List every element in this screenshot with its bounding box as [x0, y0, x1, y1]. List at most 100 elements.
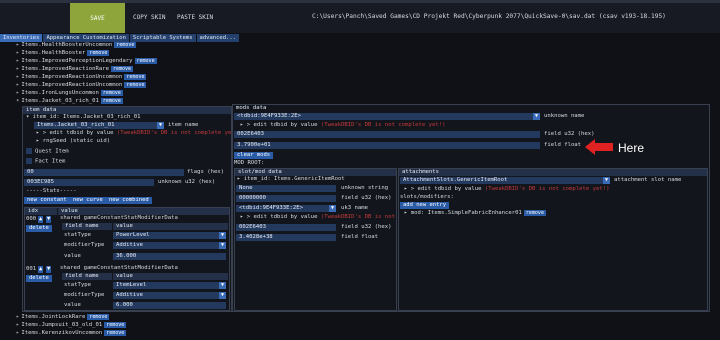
expand-arrow-icon[interactable]: ▸ — [16, 82, 19, 88]
remove-button[interactable]: remove — [124, 82, 147, 88]
expand-arrow-icon[interactable]: ▸ — [16, 330, 19, 336]
remove-button[interactable]: remove — [87, 50, 110, 56]
expand-arrow-icon[interactable]: ▸ — [404, 186, 411, 192]
remove-button[interactable]: remove — [100, 98, 123, 104]
paste-skin-button[interactable]: PASTE SKIN — [177, 14, 213, 21]
tab-appearance[interactable]: Appearance Customization — [43, 34, 129, 42]
slot-float-input[interactable]: 3.4028e+38 — [236, 234, 336, 241]
tree-item-expanded[interactable]: ▾ Items.Jacket_03_rich_01 remove — [16, 98, 123, 105]
expand-arrow-icon[interactable]: ▸ — [36, 138, 43, 144]
expand-arrow-icon[interactable]: ▸ — [404, 210, 411, 216]
expand-arrow-icon[interactable]: ▸ — [16, 90, 19, 96]
save-button[interactable]: SAVE — [70, 3, 125, 33]
collapse-arrow-icon[interactable]: ▾ — [16, 98, 19, 104]
expand-arrow-icon[interactable]: ▸ — [16, 58, 19, 64]
tab-inventories[interactable]: Inventories — [0, 34, 43, 42]
remove-button[interactable]: remove — [523, 210, 546, 216]
edit-tdbid-node[interactable]: ▸ > edit tdbid by value (TweakDBID's DB … — [36, 130, 241, 137]
slot-item-id-node[interactable]: ▸ item_id: Items.GenericItemRoot — [237, 176, 345, 183]
remove-button[interactable]: remove — [110, 66, 133, 72]
remove-button[interactable]: remove — [114, 42, 137, 48]
remove-button[interactable]: remove — [124, 74, 147, 80]
tree-item[interactable]: ▸ Items.ImprovedReactionRare remove — [16, 66, 133, 73]
mod-node[interactable]: ▸ mod: Items.SimpleFabricEnhancer01 remov… — [404, 210, 546, 217]
collapse-arrow-icon[interactable]: ▸ — [237, 176, 244, 182]
chevron-down-icon[interactable]: ▼ — [329, 205, 336, 212]
clear-mods-button[interactable]: clear mods — [234, 152, 274, 159]
move-up-icon[interactable]: ▲ — [38, 216, 44, 223]
slot-tdbid-dropdown[interactable]: <tdbid:9E4F933E:2E> ▼ — [236, 205, 336, 212]
stat-type-dropdown[interactable]: ItemLevel ▼ — [113, 282, 226, 289]
chevron-down-icon[interactable]: ▼ — [219, 242, 226, 249]
move-down-icon[interactable]: ▼ — [46, 216, 52, 223]
remove-button[interactable]: remove — [87, 314, 110, 320]
remove-button[interactable]: remove — [100, 90, 123, 96]
expand-arrow-icon[interactable]: ▸ — [16, 74, 19, 80]
modifier-type-dropdown[interactable]: Additive ▼ — [113, 242, 226, 249]
expand-arrow-icon[interactable]: ▸ — [240, 214, 247, 220]
new-curve-button[interactable]: new curve — [70, 197, 106, 204]
tree-item[interactable]: ▸ Items.HealthBoosterUncommon remove — [16, 42, 137, 49]
new-combined-button[interactable]: new combined — [106, 197, 152, 204]
collapse-arrow-icon[interactable]: ▾ — [26, 114, 33, 120]
value-label: value — [64, 253, 81, 259]
tree-item[interactable]: ▸ Items.JointLockRare remove — [16, 314, 110, 321]
chevron-down-icon[interactable]: ▼ — [219, 232, 226, 239]
flags-input[interactable]: 00 — [24, 169, 184, 176]
chevron-down-icon[interactable]: ▼ — [157, 122, 164, 129]
item-name-dropdown[interactable]: Items.Jacket_03_rich_01 ▼ — [34, 122, 164, 129]
expand-arrow-icon[interactable]: ▸ — [16, 42, 19, 48]
stat-type-dropdown[interactable]: PowerLevel ▼ — [113, 232, 226, 239]
expand-arrow-icon[interactable]: ▸ — [16, 314, 19, 320]
tree-item[interactable]: ▸ Items.HealthBooster remove — [16, 50, 110, 57]
quest-item-checkbox[interactable]: Quest Item — [26, 148, 69, 155]
item-id-node[interactable]: ▾ item_id: Items.Jacket_03_rich_01 — [26, 114, 141, 121]
add-new-entry-button[interactable]: add new entry — [400, 202, 450, 209]
tree-item[interactable]: ▸ Items.ImprovedReactionUncommon remove — [16, 74, 147, 81]
chevron-down-icon[interactable]: ▼ — [219, 292, 226, 299]
modifier-type-dropdown[interactable]: Additive ▼ — [113, 292, 226, 299]
rng-seed-node[interactable]: ▸ rngSeed (static uid) — [36, 138, 110, 145]
expand-arrow-icon[interactable]: ▸ — [240, 122, 247, 128]
unknown-u32-input[interactable]: 003EC985 — [24, 179, 154, 186]
tdb-warning: (TweakDBID's DB is not complete yet!) — [320, 122, 446, 128]
tree-item[interactable]: ▸ Items.IronLungsUncommon remove — [16, 90, 123, 97]
remove-button[interactable]: remove — [134, 58, 157, 64]
tree-item[interactable]: ▸ Items.KerenzikovUncommon remove — [16, 330, 127, 337]
unknown-string-input[interactable]: None — [236, 185, 336, 192]
tab-scriptable-systems[interactable]: Scriptable Systems — [129, 34, 196, 42]
mods-tdbid-dropdown[interactable]: <tdbid:9E4F933E:2E> ▼ — [234, 113, 540, 120]
checkbox-icon[interactable] — [26, 158, 32, 164]
new-constant-button[interactable]: new constant — [24, 197, 70, 204]
remove-button[interactable]: remove — [104, 322, 127, 328]
expand-arrow-icon[interactable]: ▸ — [16, 66, 19, 72]
mods-u32-input[interactable]: 002E6403 — [234, 131, 540, 138]
attachment-slot-dropdown[interactable]: AttachmentSlots.GenericItemRoot ▼ — [400, 177, 610, 184]
mods-float-input[interactable]: 3.7900e+01 — [234, 142, 540, 149]
delete-stat-button[interactable]: delete — [26, 275, 52, 282]
delete-stat-button[interactable]: delete — [26, 225, 52, 232]
fact-item-checkbox[interactable]: Fact Item — [26, 158, 65, 165]
move-up-icon[interactable]: ▲ — [38, 266, 44, 273]
stat-value-input[interactable]: 6.000 — [113, 302, 226, 309]
slot-u32-input[interactable]: 00000000 — [236, 195, 336, 202]
checkbox-icon[interactable] — [26, 148, 32, 154]
tab-advanced[interactable]: advanced... — [196, 34, 239, 42]
edit-tdbid-node[interactable]: ▸ > edit tdbid by value (TweakDBID's DB … — [240, 122, 445, 129]
tree-item[interactable]: ▸ Items.Jumpsuit_03_old_01 remove — [16, 322, 127, 329]
chevron-down-icon[interactable]: ▼ — [533, 113, 540, 120]
tree-item[interactable]: ▸ Items.ImprovedReactionUncommon remove — [16, 82, 147, 89]
remove-button[interactable]: remove — [104, 330, 127, 336]
copy-skin-button[interactable]: COPY SKIN — [133, 14, 166, 21]
expand-arrow-icon[interactable]: ▸ — [36, 130, 43, 136]
expand-arrow-icon[interactable]: ▸ — [16, 322, 19, 328]
edit-tdbid-node[interactable]: ▸ > edit tdbid by value (TweakDBID's DB … — [240, 214, 395, 221]
edit-tdbid-node[interactable]: ▸ > edit tdbid by value (TweakDBID's DB … — [404, 186, 609, 193]
stat-value-input[interactable]: 36.000 — [113, 253, 226, 260]
slot-u32b-input[interactable]: 002E6403 — [236, 224, 336, 231]
expand-arrow-icon[interactable]: ▸ — [16, 50, 19, 56]
chevron-down-icon[interactable]: ▼ — [603, 177, 610, 184]
chevron-down-icon[interactable]: ▼ — [219, 282, 226, 289]
move-down-icon[interactable]: ▼ — [46, 266, 52, 273]
tree-item[interactable]: ▸ Items.ImprovedPerceptionLegendary remove — [16, 58, 157, 65]
